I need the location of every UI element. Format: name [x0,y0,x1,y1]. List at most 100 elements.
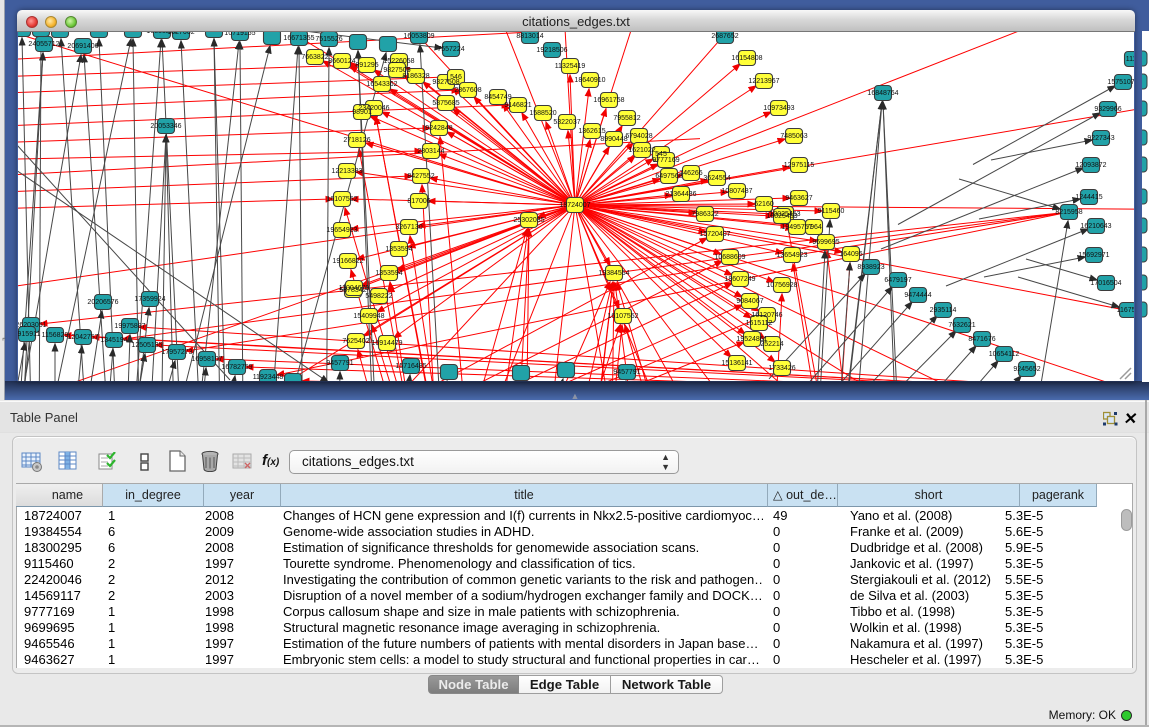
svg-text:20053346: 20053346 [150,123,181,130]
svg-text:2935114: 2935114 [930,307,957,314]
svg-text:891295: 891295 [355,62,378,69]
svg-text:9474444: 9474444 [904,292,931,299]
svg-text:7964: 7964 [806,224,822,231]
svg-text:1353594: 1353594 [375,270,402,277]
svg-text:7986322: 7986322 [691,211,718,218]
svg-text:9457791: 9457791 [613,369,640,376]
svg-text:1353594: 1353594 [385,246,412,253]
svg-text:15716485: 15716485 [395,363,426,370]
svg-text:3915911: 3915911 [18,331,40,338]
svg-text:7625402: 7625402 [342,338,369,345]
svg-text:2687652: 2687652 [711,33,738,40]
svg-text:8990448: 8990448 [600,136,627,143]
svg-text:5875685: 5875685 [432,100,459,107]
svg-text:17957273: 17957273 [161,349,192,356]
svg-text:1156829: 1156829 [42,332,69,339]
svg-text:11004679: 11004679 [339,285,370,292]
svg-text:8660124: 8660124 [328,58,355,65]
svg-text:17359924: 17359924 [134,296,165,303]
svg-text:9457791: 9457791 [326,360,353,367]
svg-text:15409948: 15409948 [353,313,384,320]
svg-text:252214: 252214 [760,341,783,348]
svg-text:8471676: 8471676 [968,336,995,343]
svg-text:16958107: 16958107 [191,356,222,363]
svg-text:16120746: 16120746 [751,312,782,319]
svg-text:62160: 62160 [754,201,774,208]
svg-text:10973493: 10973493 [763,105,794,112]
svg-text:8813014: 8813014 [516,33,543,40]
svg-text:2803144: 2803144 [417,148,444,155]
svg-text:10654112: 10654112 [989,351,1020,358]
svg-text:7663822: 7663822 [301,54,328,61]
svg-text:5498222: 5498222 [365,293,392,300]
svg-text:9242848: 9242848 [425,125,452,132]
svg-text:12213383: 12213383 [331,168,362,175]
svg-text:16914479: 16914479 [371,340,402,347]
svg-text:7632621: 7632621 [948,322,975,329]
svg-text:19384554: 19384554 [598,270,629,277]
svg-text:12213967: 12213967 [748,78,779,85]
svg-text:6479197: 6479197 [884,277,911,284]
svg-text:2718126: 2718126 [343,137,370,144]
svg-text:16107552: 16107552 [326,196,357,203]
svg-text:15751074: 15751074 [1107,79,1134,86]
svg-text:1615112: 1615112 [746,320,773,327]
svg-text:1112: 1112 [1126,56,1134,63]
svg-text:3624554: 3624554 [703,175,730,182]
svg-text:21364436: 21364436 [665,191,696,198]
svg-text:116753: 116753 [1117,307,1134,314]
svg-text:10807487: 10807487 [721,188,752,195]
svg-text:12093872: 12093872 [1075,162,1106,169]
svg-text:9227343: 9227343 [1087,135,1114,142]
svg-text:19975887: 19975887 [114,323,145,330]
svg-text:18607249: 18607249 [724,276,755,283]
svg-text:8186328: 8186328 [402,73,429,80]
svg-text:8427552: 8427552 [407,173,434,180]
svg-text:16107552: 16107552 [607,313,638,320]
svg-text:9777169: 9777169 [652,157,679,164]
svg-text:16210643: 16210643 [1080,223,1111,230]
svg-text:19218506: 19218506 [536,47,567,54]
svg-text:20691406: 20691406 [67,43,98,50]
svg-text:12042757: 12042757 [67,334,98,341]
svg-text:16848764: 16848764 [867,90,898,97]
svg-text:1527602: 1527602 [167,32,194,36]
svg-text:13654923: 13654923 [776,252,807,259]
svg-text:7557224: 7557224 [437,46,464,53]
svg-text:11923448: 11923448 [253,374,284,381]
svg-text:3267130: 3267130 [395,224,422,231]
svg-text:98901: 98901 [352,109,372,116]
svg-text:26203051: 26203051 [18,322,47,329]
svg-text:15136141: 15136141 [721,360,752,367]
svg-text:9084067: 9084067 [736,298,763,305]
svg-text:16782759: 16782759 [221,364,252,371]
svg-text:1362615: 1362615 [578,128,605,135]
svg-text:7515526: 7515526 [315,36,342,43]
svg-text:25302035: 25302035 [513,217,544,224]
svg-text:15692971: 15692971 [1078,252,1109,259]
svg-text:12505135: 12505135 [131,342,162,349]
svg-text:164095: 164095 [839,251,862,258]
svg-text:7955812: 7955812 [613,115,640,122]
svg-text:24055712: 24055712 [28,41,59,48]
svg-text:9115460: 9115460 [818,208,845,215]
svg-text:5322037: 5322037 [553,119,580,126]
svg-text:16543362: 16543362 [366,81,397,88]
svg-text:9329966: 9329966 [1094,106,1121,113]
svg-text:16154808: 16154808 [731,55,762,62]
svg-text:8215958: 8215958 [1055,209,1082,216]
svg-text:1733426: 1733426 [768,365,795,372]
svg-text:9463627: 9463627 [785,195,812,202]
svg-text:11325419: 11325419 [555,63,586,70]
svg-text:12975115: 12975115 [784,162,815,169]
svg-text:16961758: 16961758 [593,97,624,104]
svg-text:6794028: 6794028 [625,133,652,140]
svg-text:1244415: 1244415 [1075,194,1102,201]
svg-text:16053809: 16053809 [403,33,434,40]
svg-text:20206576: 20206576 [87,299,118,306]
svg-text:6497568: 6497568 [655,173,682,180]
svg-text:18640910: 18640910 [574,77,605,84]
svg-text:15720407: 15720407 [699,231,730,238]
svg-text:9146821: 9146821 [504,102,531,109]
svg-text:1588520: 1588520 [529,110,556,117]
